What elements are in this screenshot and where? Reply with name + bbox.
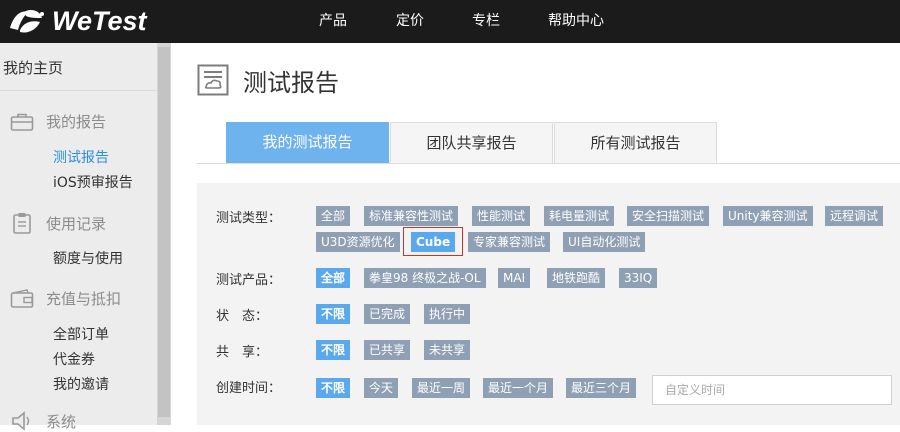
- briefcase-icon: [10, 113, 34, 131]
- page-title: 测试报告: [243, 69, 339, 97]
- tabs-divider: [197, 163, 900, 164]
- wallet-icon: [10, 288, 34, 308]
- filter-share-not-shared[interactable]: 未共享: [424, 340, 471, 360]
- sidebar-section-label: 系统: [46, 412, 77, 431]
- custom-time-input[interactable]: [652, 375, 892, 405]
- filter-status-completed[interactable]: 已完成: [364, 304, 411, 324]
- filter-product-33iq[interactable]: 33IQ: [619, 268, 658, 288]
- filter-label-status: 状 态：: [216, 309, 269, 324]
- clipboard-icon: [13, 213, 31, 234]
- sidebar-section-label: 使用记录: [46, 214, 107, 233]
- nav-column[interactable]: 专栏: [472, 0, 500, 43]
- filter-status-running[interactable]: 执行中: [424, 304, 471, 324]
- tab-all-reports[interactable]: 所有测试报告: [554, 122, 717, 163]
- filter-label-share: 共 享：: [216, 345, 269, 360]
- filter-type-power[interactable]: 耗电量测试: [544, 206, 615, 226]
- sidebar-section-label: 我的报告: [46, 113, 107, 131]
- nav-help-center[interactable]: 帮助中心: [548, 0, 604, 43]
- sidebar-item-quota-usage[interactable]: 额度与使用: [53, 248, 123, 268]
- sidebar: 我的主页 我的报告 测试报告 iOS预审报告 使用记录 额度与使用 充值与抵扣 …: [0, 43, 157, 431]
- sidebar-section-recharge[interactable]: 充值与抵扣: [10, 288, 121, 309]
- filter-time-last-month[interactable]: 最近一个月: [483, 378, 554, 398]
- filter-time-today[interactable]: 今天: [364, 378, 399, 398]
- filter-type-ui-automation[interactable]: UI自动化测试: [563, 232, 646, 252]
- sidebar-item-test-report[interactable]: 测试报告: [53, 147, 109, 167]
- filter-type-standard-compat[interactable]: 标准兼容性测试: [364, 206, 459, 226]
- filter-type-security-scan[interactable]: 安全扫描测试: [627, 206, 710, 226]
- brand-name: WeTest: [52, 5, 147, 36]
- tab-team-shared-reports[interactable]: 团队共享报告: [390, 122, 553, 163]
- report-document-icon: [197, 64, 229, 100]
- filter-time-last-week[interactable]: 最近一周: [412, 378, 471, 398]
- sidebar-section-reports[interactable]: 我的报告: [10, 111, 106, 132]
- filter-label-test-type: 测试类型：: [216, 211, 282, 226]
- sidebar-item-my-invites[interactable]: 我的邀请: [53, 374, 109, 394]
- filter-type-performance[interactable]: 性能测试: [472, 206, 531, 226]
- sidebar-section-system[interactable]: 系统: [10, 410, 76, 432]
- tab-my-reports[interactable]: 我的测试报告: [226, 122, 389, 163]
- sidebar-item-all-orders[interactable]: 全部订单: [53, 324, 109, 344]
- filter-time-last-three-months[interactable]: 最近三个月: [566, 378, 637, 398]
- brand-logo[interactable]: WeTest: [6, 4, 147, 38]
- filter-label-created-time: 创建时间：: [216, 381, 282, 396]
- filter-type-all[interactable]: 全部: [316, 206, 351, 226]
- nav-pricing[interactable]: 定价: [396, 0, 424, 43]
- filter-product-all[interactable]: 全部: [316, 268, 351, 288]
- filter-type-unity-compat[interactable]: Unity兼容测试: [723, 206, 813, 226]
- filter-status-any[interactable]: 不限: [316, 304, 351, 324]
- filter-time-any[interactable]: 不限: [316, 378, 351, 398]
- top-bar: WeTest 产品 定价 专栏 帮助中心: [0, 0, 900, 43]
- nav-product[interactable]: 产品: [319, 0, 347, 43]
- sidebar-item-vouchers[interactable]: 代金券: [53, 349, 95, 369]
- sidebar-scrollbar[interactable]: [157, 43, 171, 425]
- filter-label-test-product: 测试产品：: [216, 273, 282, 288]
- bee-logo-icon: [10, 10, 44, 33]
- sidebar-home-link[interactable]: 我的主页: [3, 57, 63, 78]
- sidebar-divider: [0, 90, 157, 91]
- filter-share-any[interactable]: 不限: [316, 340, 351, 360]
- filter-type-expert-compat[interactable]: 专家兼容测试: [468, 232, 551, 252]
- sidebar-section-label: 充值与抵扣: [46, 290, 122, 308]
- speaker-icon: [12, 411, 30, 431]
- sidebar-section-usage[interactable]: 使用记录: [10, 212, 106, 234]
- filter-type-remote-debug[interactable]: 远程调试: [825, 206, 884, 226]
- scrollbar-thumb[interactable]: [158, 47, 170, 417]
- sidebar-item-ios-review-report[interactable]: iOS预审报告: [53, 172, 133, 192]
- filter-product-kof98[interactable]: 拳皇98 终极之战-OL: [364, 268, 486, 288]
- filter-product-mai[interactable]: MAI: [498, 268, 531, 288]
- selection-highlight-box: [403, 227, 463, 256]
- filter-type-u3d-optimize[interactable]: U3D资源优化: [316, 232, 400, 252]
- filter-share-shared[interactable]: 已共享: [364, 340, 411, 360]
- filter-product-subway-surfers[interactable]: 地铁跑酷: [547, 268, 606, 288]
